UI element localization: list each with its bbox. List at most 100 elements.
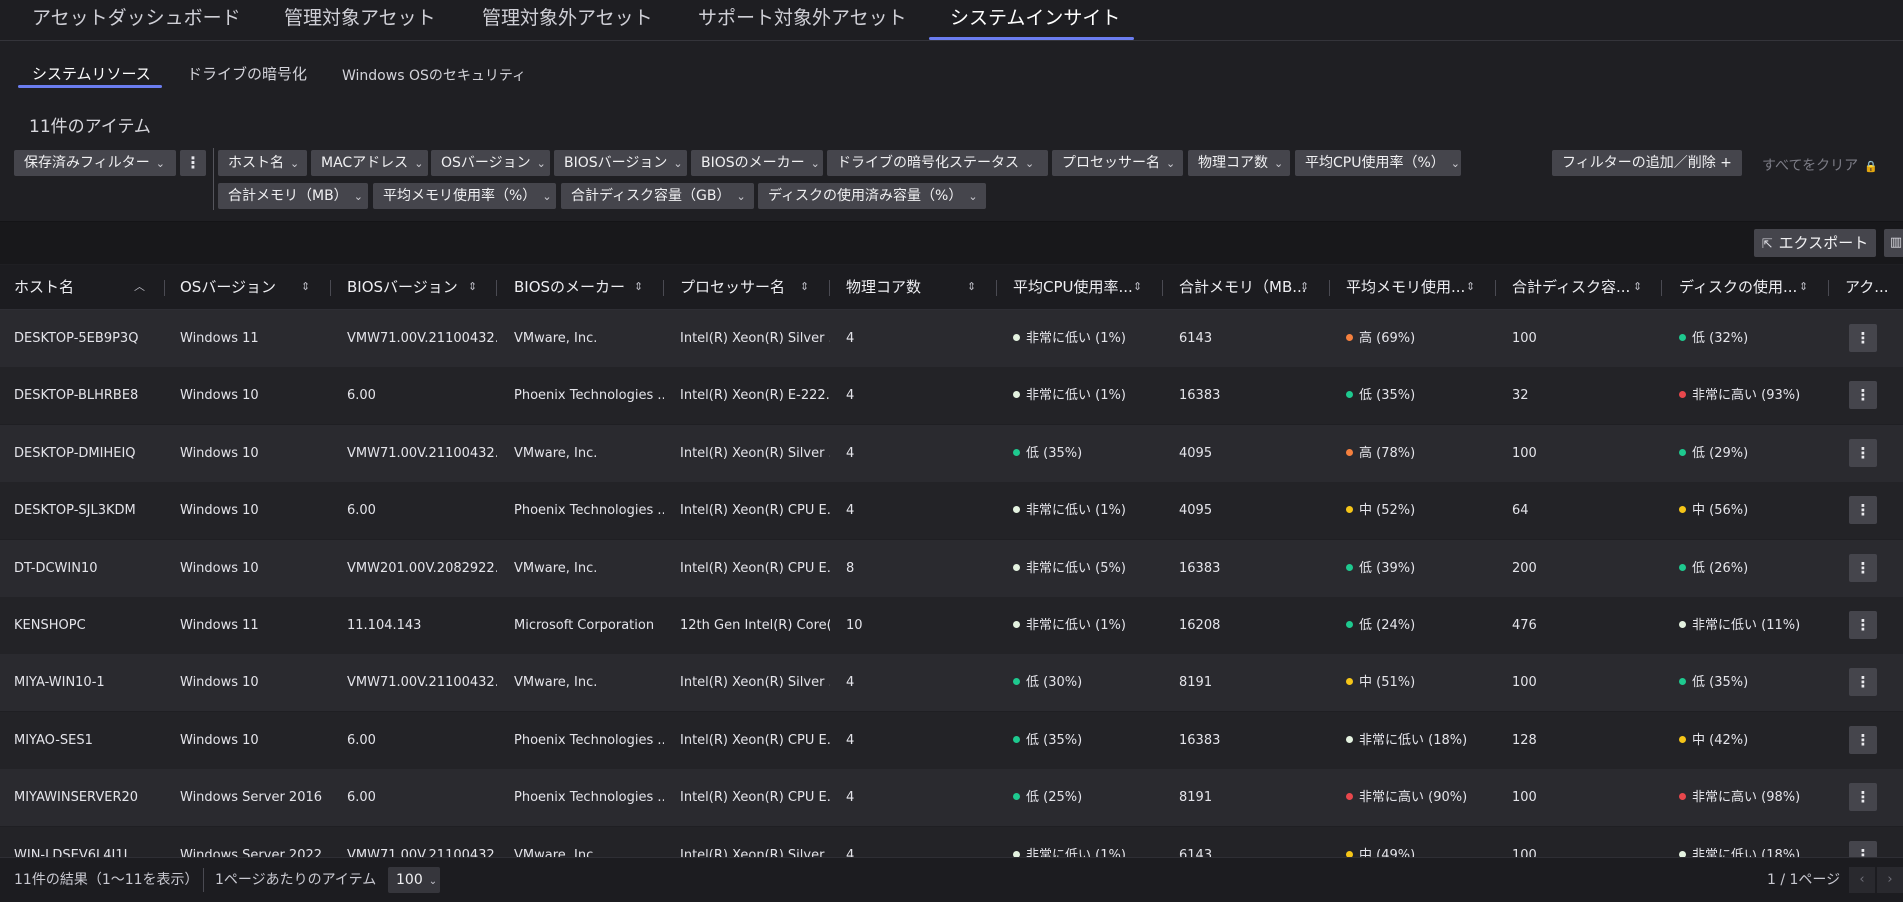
row-actions-button[interactable]: ⋮ (1849, 783, 1877, 811)
saved-filters-dropdown[interactable]: 保存済みフィルター ⌄ (14, 150, 176, 176)
status-label: 高 (78%) (1359, 446, 1416, 461)
table-row[interactable]: KENSHOPC Windows 11 11.104.143 Microsoft Co… (0, 597, 1903, 654)
cell-total-disk: 100 (1512, 446, 1537, 461)
sort-icon: ⇕ (468, 280, 478, 293)
subtab-system-resources[interactable]: システムリソース (32, 63, 151, 84)
column-divider (1329, 280, 1330, 296)
table-row[interactable]: MIYAWINSERVER20 Windows Server 2016 6.00 Ph… (0, 769, 1903, 826)
tab-system-insights[interactable]: システムインサイト (950, 0, 1120, 40)
export-button[interactable]: ⇱ エクスポート (1754, 229, 1876, 257)
cell-physical-cores: 4 (846, 331, 855, 346)
cell-bios-maker: Phoenix Technologies ... (514, 790, 664, 805)
cell-total-memory: 8191 (1179, 790, 1213, 805)
col-header-avg-memory[interactable]: 平均メモリ使用... ⇕ (1346, 265, 1475, 309)
cell-total-memory: 4095 (1179, 503, 1213, 518)
status-dot-icon (1679, 678, 1686, 685)
tab-asset-dashboard[interactable]: アセットダッシュボード (32, 0, 241, 40)
chevron-down-icon: ⌄ (290, 157, 300, 170)
status-dot-icon (1013, 621, 1020, 628)
col-header-processor[interactable]: プロセッサー名 ⇕ (680, 265, 809, 309)
filter-mac-address[interactable]: MACアドレス ⌄ (311, 150, 428, 176)
col-header-total-disk[interactable]: 合計ディスク容... ⇕ (1512, 265, 1642, 309)
status-label: 低 (25%) (1026, 790, 1083, 805)
add-remove-filters-button[interactable]: フィルターの追加／削除 + (1552, 150, 1742, 176)
chevron-down-icon: ⌄ (810, 157, 820, 170)
row-actions-button[interactable]: ⋮ (1849, 439, 1877, 467)
next-page-button[interactable]: › (1877, 867, 1903, 893)
filter-bios-maker[interactable]: BIOSのメーカー ⌄ (691, 150, 823, 176)
status-dot-icon (1679, 449, 1686, 456)
pagination-footer: 11件の結果（1〜11を表示） 1ページあたりのアイテム 100 ⌄ 1 / 1ペ… (0, 857, 1903, 902)
table-row[interactable]: DESKTOP-5EB9P3Q Windows 11 VMW71.00V.21100… (0, 310, 1903, 367)
filter-avg-cpu-usage[interactable]: 平均CPU使用率（%） ⌄ (1295, 150, 1461, 176)
subtab-drive-encryption[interactable]: ドライブの暗号化 (187, 63, 307, 84)
cell-bios-maker: Phoenix Technologies ... (514, 503, 664, 518)
kebab-menu-icon: ⋮ (1855, 559, 1871, 577)
filter-disk-used[interactable]: ディスクの使用済み容量（%） ⌄ (758, 183, 986, 209)
table-row[interactable]: MIYAO-SES1 Windows 10 6.00 Phoenix Technolo… (0, 712, 1903, 769)
row-actions-button[interactable]: ⋮ (1849, 726, 1877, 754)
cell-disk-used: 低 (32%) (1679, 310, 1829, 367)
col-header-os-version[interactable]: OSバージョン ⇕ (180, 265, 310, 309)
col-header-avg-cpu[interactable]: 平均CPU使用率... ⇕ (1013, 265, 1142, 309)
filter-more-button[interactable]: ⋮ (180, 150, 206, 176)
column-divider (829, 280, 830, 296)
filter-avg-memory-usage[interactable]: 平均メモリ使用率（%） ⌄ (373, 183, 556, 209)
cell-processor: Intel(R) Xeon(R) E-222... (680, 388, 830, 403)
table-row[interactable]: DESKTOP-DMIHEIQ Windows 10 VMW71.00V.21100… (0, 425, 1903, 482)
col-header-total-memory[interactable]: 合計メモリ（MB... ⇕ (1179, 265, 1309, 309)
sort-icon: ⇕ (1633, 280, 1643, 293)
clear-all-filters-button[interactable]: すべてをクリア 🔒 (1762, 155, 1878, 175)
table-row[interactable]: MIYA-WIN10-1 Windows 10 VMW71.00V.21100432… (0, 654, 1903, 711)
filter-processor-name[interactable]: プロセッサー名 ⌄ (1052, 150, 1183, 176)
kebab-menu-icon: ⋮ (1855, 386, 1871, 404)
cell-disk-used: 中 (56%) (1679, 482, 1829, 539)
table-row[interactable]: DT-DCWIN10 Windows 10 VMW201.00V.2082922..… (0, 540, 1903, 597)
col-header-hostname[interactable]: ホスト名 ︿ (14, 265, 145, 309)
col-header-physical-cores[interactable]: 物理コア数 ⇕ (846, 265, 976, 309)
row-actions-button[interactable]: ⋮ (1849, 611, 1877, 639)
column-divider (330, 280, 331, 296)
kebab-menu-icon: ⋮ (1855, 444, 1871, 462)
prev-page-button[interactable]: ‹ (1849, 867, 1875, 893)
tab-unsupported-assets[interactable]: サポート対象外アセット (698, 0, 907, 40)
filter-total-memory[interactable]: 合計メモリ（MB） ⌄ (218, 183, 368, 209)
status-label: 非常に低い (18%) (1359, 733, 1468, 748)
cell-bios-maker: VMware, Inc. (514, 331, 598, 346)
kebab-menu-icon: ⋮ (1855, 616, 1871, 634)
row-actions-button[interactable]: ⋮ (1849, 668, 1877, 696)
cell-total-disk: 476 (1512, 618, 1537, 633)
status-dot-icon (1679, 736, 1686, 743)
kebab-menu-icon: ⋮ (1855, 329, 1871, 347)
column-settings-button[interactable]: ▥ (1884, 229, 1903, 257)
status-label: 低 (30%) (1026, 675, 1083, 690)
cell-physical-cores: 4 (846, 790, 855, 805)
filter-hostname[interactable]: ホスト名 ⌄ (218, 150, 307, 176)
filter-os-version[interactable]: OSバージョン ⌄ (431, 150, 550, 176)
col-header-disk-used[interactable]: ディスクの使用... ⇕ (1679, 265, 1808, 309)
filter-total-disk[interactable]: 合計ディスク容量（GB） ⌄ (561, 183, 754, 209)
filter-bios-version[interactable]: BIOSバージョン ⌄ (554, 150, 687, 176)
per-page-select[interactable]: 100 ⌄ (388, 867, 440, 893)
col-header-bios-version[interactable]: BIOSバージョン ⇕ (347, 265, 477, 309)
tab-managed-assets[interactable]: 管理対象アセット (284, 0, 436, 40)
col-header-bios-maker[interactable]: BIOSのメーカー ⇕ (514, 265, 643, 309)
status-label: 中 (42%) (1692, 733, 1749, 748)
cell-bios-version: 6.00 (347, 503, 376, 518)
filter-physical-cores[interactable]: 物理コア数 ⌄ (1188, 150, 1290, 176)
row-actions-button[interactable]: ⋮ (1849, 554, 1877, 582)
row-actions-button[interactable]: ⋮ (1849, 496, 1877, 524)
status-dot-icon (1679, 391, 1686, 398)
table-row[interactable]: DESKTOP-BLHRBE8 Windows 10 6.00 Phoenix Tec… (0, 367, 1903, 424)
subtab-windows-security[interactable]: Windows OSのセキュリティ (342, 65, 526, 85)
tab-unmanaged-assets[interactable]: 管理対象外アセット (482, 0, 653, 40)
row-actions-button[interactable]: ⋮ (1849, 381, 1877, 409)
chevron-down-icon: ⌄ (736, 190, 746, 203)
cell-bios-version: VMW71.00V.21100432.... (347, 331, 497, 346)
cell-avg-cpu: 低 (30%) (1013, 654, 1163, 711)
status-dot-icon (1013, 793, 1020, 800)
sort-icon: ⇕ (634, 280, 644, 293)
filter-drive-encryption-status[interactable]: ドライブの暗号化ステータス ⌄ (827, 150, 1048, 176)
row-actions-button[interactable]: ⋮ (1849, 324, 1877, 352)
table-row[interactable]: DESKTOP-SJL3KDM Windows 10 6.00 Phoenix Tec… (0, 482, 1903, 539)
